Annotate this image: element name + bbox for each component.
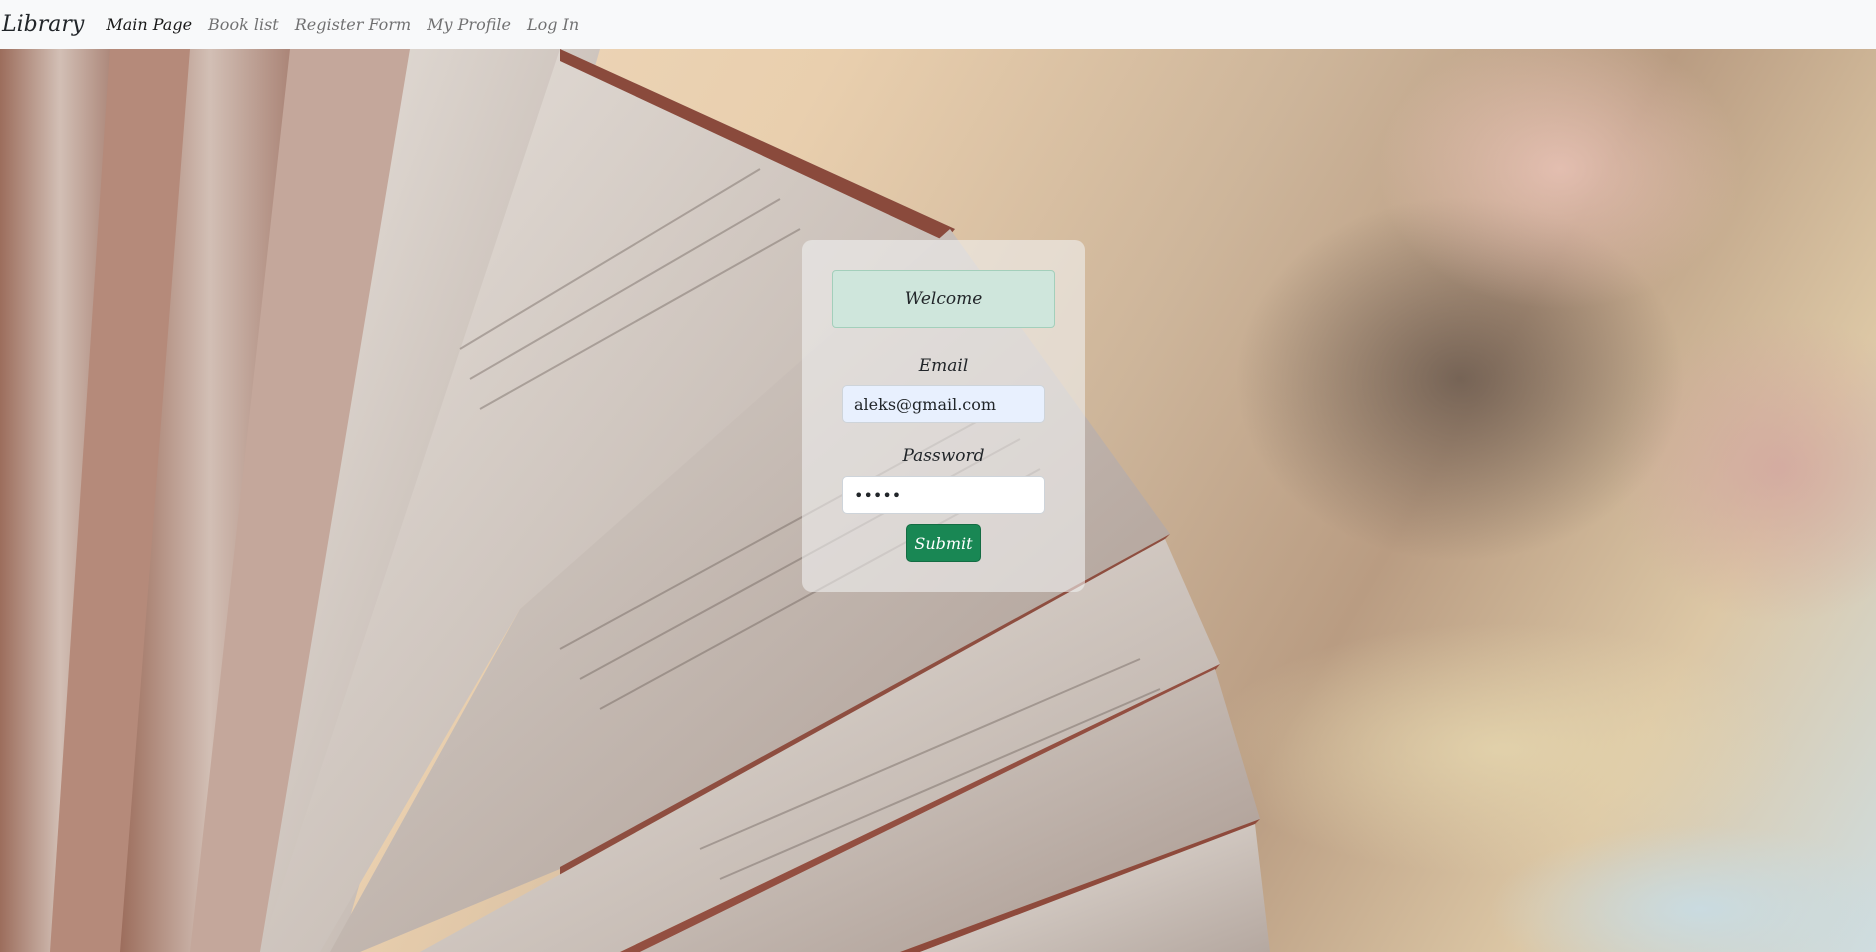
nav-link-register-form[interactable]: Register Form: [295, 15, 411, 34]
password-field[interactable]: [842, 476, 1045, 514]
login-card: Welcome Email Password Submit: [802, 240, 1085, 592]
submit-button[interactable]: Submit: [906, 524, 981, 562]
email-field[interactable]: [842, 385, 1045, 423]
password-label: Password: [902, 446, 985, 466]
nav-link-main-page[interactable]: Main Page: [106, 15, 192, 34]
email-label: Email: [918, 356, 969, 376]
top-navbar: Library Main Page Book list Register For…: [0, 0, 1876, 49]
brand-logo[interactable]: Library: [2, 12, 84, 37]
nav-link-my-profile[interactable]: My Profile: [427, 15, 511, 34]
nav-link-book-list[interactable]: Book list: [208, 15, 279, 34]
welcome-banner: Welcome: [832, 270, 1055, 328]
nav-link-log-in[interactable]: Log In: [527, 15, 579, 34]
